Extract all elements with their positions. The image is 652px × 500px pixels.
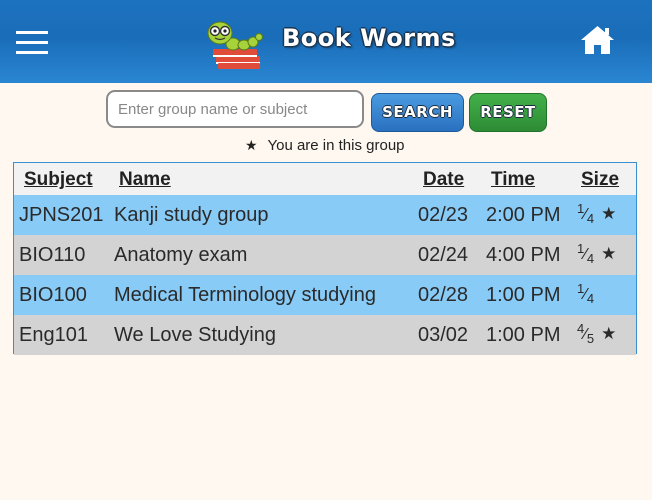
name-cell: Kanji study group [114,204,269,226]
table-row[interactable]: JPNS201 Kanji study group 02/23 2:00 PM … [14,195,636,235]
search-button[interactable]: Search [371,93,464,132]
bookworm-logo-icon [207,21,263,69]
table-header: Subject Name Date Time Size [14,163,636,195]
size-cell: 1⁄4 ★ [577,241,617,266]
member-star-icon: ★ [601,204,617,223]
member-star-icon: ★ [601,244,617,263]
hamburger-menu-icon[interactable] [16,29,48,55]
date-cell: 03/02 [418,324,469,346]
size-cell: 1⁄4 ★ [577,201,617,226]
name-cell: We Love Studying [114,324,276,346]
search-input[interactable] [106,90,364,128]
legend-text: You are in this group [267,137,405,154]
time-cell: 2:00 PM [486,204,561,226]
table-row[interactable]: BIO100 Medical Terminology studying 02/2… [14,275,636,315]
date-cell: 02/23 [418,204,469,226]
app-title: Book Worms [282,24,456,52]
table-row[interactable]: Eng101 We Love Studying 03/02 1:00 PM 4⁄… [14,315,636,355]
column-header-name[interactable]: Name [119,169,171,191]
table-row[interactable]: BIO110 Anatomy exam 02/24 4:00 PM 1⁄4 ★ [14,235,636,275]
date-cell: 02/24 [418,244,469,266]
date-cell: 02/28 [418,284,469,306]
membership-legend: ★ You are in this group [245,137,405,154]
time-cell: 4:00 PM [486,244,561,266]
column-header-subject[interactable]: Subject [24,169,93,191]
subject-cell: Eng101 [19,324,88,346]
star-icon: ★ [245,137,258,153]
home-icon[interactable] [579,24,616,56]
subject-cell: BIO100 [19,284,87,306]
time-cell: 1:00 PM [486,324,561,346]
subject-cell: JPNS201 [19,204,104,226]
column-header-date[interactable]: Date [423,169,464,191]
name-cell: Anatomy exam [114,244,248,266]
member-star-icon: ★ [601,324,617,343]
column-header-size[interactable]: Size [581,169,619,191]
name-cell: Medical Terminology studying [114,284,376,306]
size-cell: 4⁄5 ★ [577,321,617,346]
subject-cell: BIO110 [19,244,86,266]
size-cell: 1⁄4 [577,281,595,306]
reset-button[interactable]: Reset [469,93,547,132]
groups-table: Subject Name Date Time Size JPNS201 Kanj… [13,162,637,355]
column-header-time[interactable]: Time [491,169,535,191]
time-cell: 1:00 PM [486,284,561,306]
app-header: Book Worms [0,0,652,83]
